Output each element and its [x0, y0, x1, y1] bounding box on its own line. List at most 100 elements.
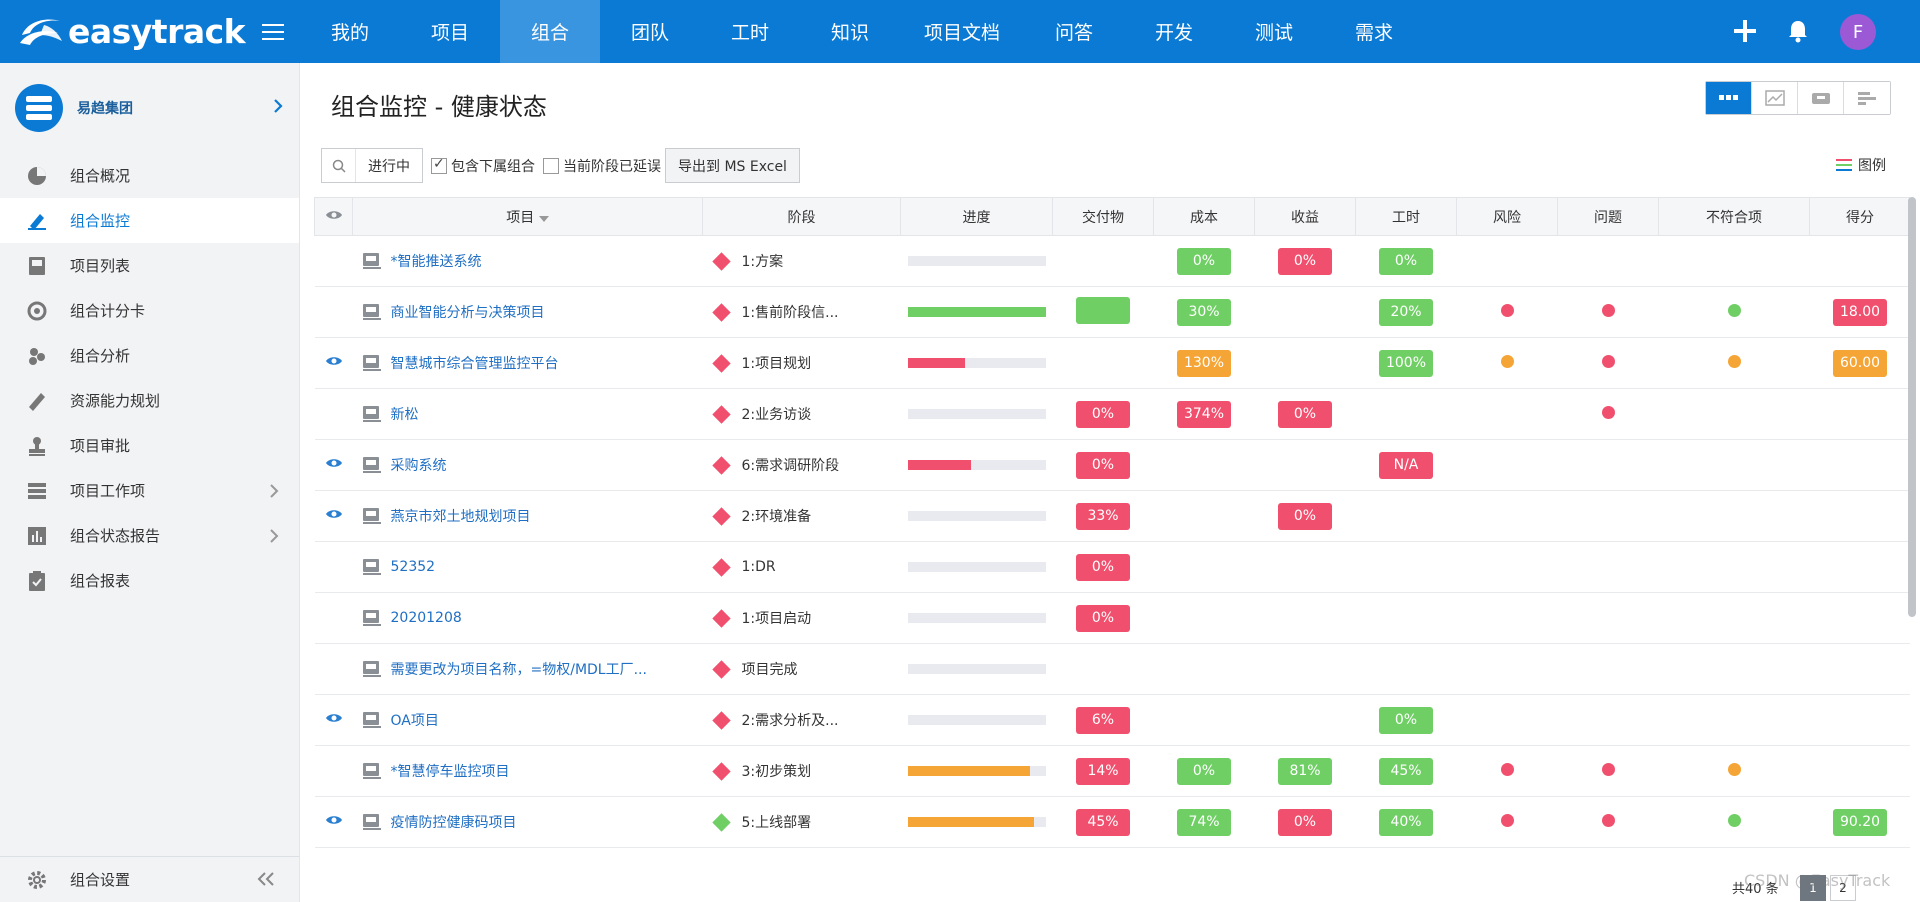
- hours-badge[interactable]: 20%: [1379, 298, 1433, 326]
- eye-icon[interactable]: [325, 712, 343, 724]
- box-view-button[interactable]: [1798, 82, 1844, 114]
- risk-status-dot[interactable]: [1500, 813, 1514, 827]
- project-name-link[interactable]: *智慧停车监控项目: [391, 761, 510, 781]
- nonconformance-status-dot[interactable]: [1727, 354, 1741, 368]
- trend-view-button[interactable]: [1752, 82, 1798, 114]
- hours-badge[interactable]: 40%: [1379, 808, 1433, 836]
- deliverables-badge[interactable]: [1076, 296, 1130, 324]
- deliverables-badge[interactable]: 0%: [1076, 451, 1130, 479]
- header-score[interactable]: 得分: [1809, 197, 1910, 236]
- header-hours[interactable]: 工时: [1355, 197, 1457, 236]
- header-stage[interactable]: 阶段: [702, 197, 901, 236]
- nav-item-7[interactable]: 问答: [1024, 0, 1124, 63]
- cost-badge[interactable]: 0%: [1177, 757, 1231, 785]
- header-nonconformance[interactable]: 不符合项: [1658, 197, 1810, 236]
- user-avatar[interactable]: F: [1840, 14, 1876, 50]
- deliverables-badge[interactable]: 0%: [1076, 604, 1130, 632]
- nav-item-1[interactable]: 项目: [400, 0, 500, 63]
- table-row[interactable]: 20201208 1:项目启动 0%: [314, 592, 1910, 644]
- nav-item-10[interactable]: 需求: [1324, 0, 1424, 63]
- project-name-link[interactable]: 商业智能分析与决策项目: [391, 302, 545, 322]
- project-name-link[interactable]: 52352: [391, 559, 436, 575]
- project-name-link[interactable]: 20201208: [391, 610, 462, 626]
- hours-badge[interactable]: 45%: [1379, 757, 1433, 785]
- nav-item-0[interactable]: 我的: [300, 0, 400, 63]
- hours-badge[interactable]: 0%: [1379, 706, 1433, 734]
- header-risk[interactable]: 风险: [1456, 197, 1558, 236]
- score-badge[interactable]: 60.00: [1833, 349, 1887, 377]
- issue-status-dot[interactable]: [1601, 405, 1615, 419]
- header-project[interactable]: 项目: [352, 197, 703, 236]
- nav-item-3[interactable]: 团队: [600, 0, 700, 63]
- revenue-badge[interactable]: 0%: [1278, 808, 1332, 836]
- sidebar-item-0[interactable]: 组合概况: [0, 153, 299, 198]
- eye-icon[interactable]: [325, 355, 343, 367]
- sidebar-item-2[interactable]: 项目列表: [0, 243, 299, 288]
- sidebar-item-4[interactable]: 组合分析: [0, 333, 299, 378]
- score-badge[interactable]: 90.20: [1833, 808, 1887, 836]
- table-row[interactable]: *智慧停车监控项目 3:初步策划 14% 0% 81% 45%: [314, 745, 1910, 797]
- org-switcher[interactable]: 易趋集团: [0, 63, 299, 153]
- deliverables-badge[interactable]: 33%: [1076, 502, 1130, 530]
- deliverables-badge[interactable]: 0%: [1076, 553, 1130, 581]
- issue-status-dot[interactable]: [1601, 354, 1615, 368]
- revenue-badge[interactable]: 0%: [1278, 247, 1332, 275]
- deliverables-badge[interactable]: 45%: [1076, 808, 1130, 836]
- sidebar-item-3[interactable]: 组合计分卡: [0, 288, 299, 333]
- sidebar-item-9[interactable]: 组合报表: [0, 558, 299, 603]
- project-name-link[interactable]: 智慧城市综合管理监控平台: [391, 353, 559, 373]
- table-row[interactable]: 疫情防控健康码项目 5:上线部署 45% 74% 0% 40% 90.20: [314, 796, 1910, 848]
- hours-badge[interactable]: 0%: [1379, 247, 1433, 275]
- risk-status-dot[interactable]: [1500, 303, 1514, 317]
- header-issue[interactable]: 问题: [1557, 197, 1659, 236]
- column-visibility-header[interactable]: [314, 197, 353, 236]
- eye-icon[interactable]: [325, 508, 343, 520]
- table-scrollbar[interactable]: [1908, 197, 1916, 617]
- nonconformance-status-dot[interactable]: [1727, 303, 1741, 317]
- legend-button[interactable]: 图例: [1836, 155, 1886, 175]
- sidebar-item-5[interactable]: 资源能力规划: [0, 378, 299, 423]
- table-row[interactable]: 采购系统 6:需求调研阶段 0% N/A: [314, 439, 1910, 491]
- sidebar-item-7[interactable]: 项目工作项: [0, 468, 299, 513]
- eye-icon[interactable]: [325, 457, 343, 469]
- checkbox-unchecked[interactable]: [543, 157, 559, 174]
- project-name-link[interactable]: *智能推送系统: [391, 251, 482, 271]
- cost-badge[interactable]: 74%: [1177, 808, 1231, 836]
- nonconformance-status-dot[interactable]: [1727, 762, 1741, 776]
- revenue-badge[interactable]: 0%: [1278, 400, 1332, 428]
- brand-logo[interactable]: easytrack: [0, 0, 300, 63]
- sidebar-item-1[interactable]: 组合监控: [0, 198, 299, 243]
- deliverables-badge[interactable]: 0%: [1076, 400, 1130, 428]
- header-deliverables[interactable]: 交付物: [1052, 197, 1154, 236]
- sidebar-item-6[interactable]: 项目审批: [0, 423, 299, 468]
- nav-item-8[interactable]: 开发: [1124, 0, 1224, 63]
- revenue-badge[interactable]: 81%: [1278, 757, 1332, 785]
- collapse-sidebar-icon[interactable]: [257, 871, 275, 887]
- nonconformance-status-dot[interactable]: [1727, 813, 1741, 827]
- risk-status-dot[interactable]: [1500, 354, 1514, 368]
- issue-status-dot[interactable]: [1601, 762, 1615, 776]
- menu-toggle-icon[interactable]: [262, 24, 284, 40]
- table-row[interactable]: *智能推送系统 1:方案 0% 0% 0%: [314, 235, 1910, 287]
- table-row[interactable]: 智慧城市综合管理监控平台 1:项目规划 130% 100% 60.00: [314, 337, 1910, 389]
- table-row[interactable]: 商业智能分析与决策项目 1:售前阶段信... 30% 20% 18.00: [314, 286, 1910, 338]
- table-row[interactable]: 燕京市郊土地规划项目 2:环境准备 33% 0%: [314, 490, 1910, 542]
- deliverables-badge[interactable]: 6%: [1076, 706, 1130, 734]
- health-view-button[interactable]: [1706, 82, 1752, 114]
- hours-badge[interactable]: N/A: [1379, 451, 1433, 479]
- eye-icon[interactable]: [325, 814, 343, 826]
- project-name-link[interactable]: 新松: [391, 404, 419, 424]
- table-row[interactable]: 需要更改为项目名称，=物权/MDL工厂... 项目完成: [314, 643, 1910, 695]
- revenue-badge[interactable]: 0%: [1278, 502, 1332, 530]
- project-name-link[interactable]: 燕京市郊土地规划项目: [391, 506, 531, 526]
- header-cost[interactable]: 成本: [1153, 197, 1255, 236]
- portfolio-settings[interactable]: 组合设置: [0, 856, 299, 902]
- gantt-view-button[interactable]: [1844, 82, 1890, 114]
- stage-delayed-checkbox[interactable]: 当前阶段已延误: [543, 156, 661, 176]
- header-revenue[interactable]: 收益: [1254, 197, 1356, 236]
- nav-item-6[interactable]: 项目文档: [900, 0, 1024, 63]
- score-badge[interactable]: 18.00: [1833, 298, 1887, 326]
- nav-item-5[interactable]: 知识: [800, 0, 900, 63]
- cost-badge[interactable]: 0%: [1177, 247, 1231, 275]
- status-filter[interactable]: 进行中: [321, 148, 423, 183]
